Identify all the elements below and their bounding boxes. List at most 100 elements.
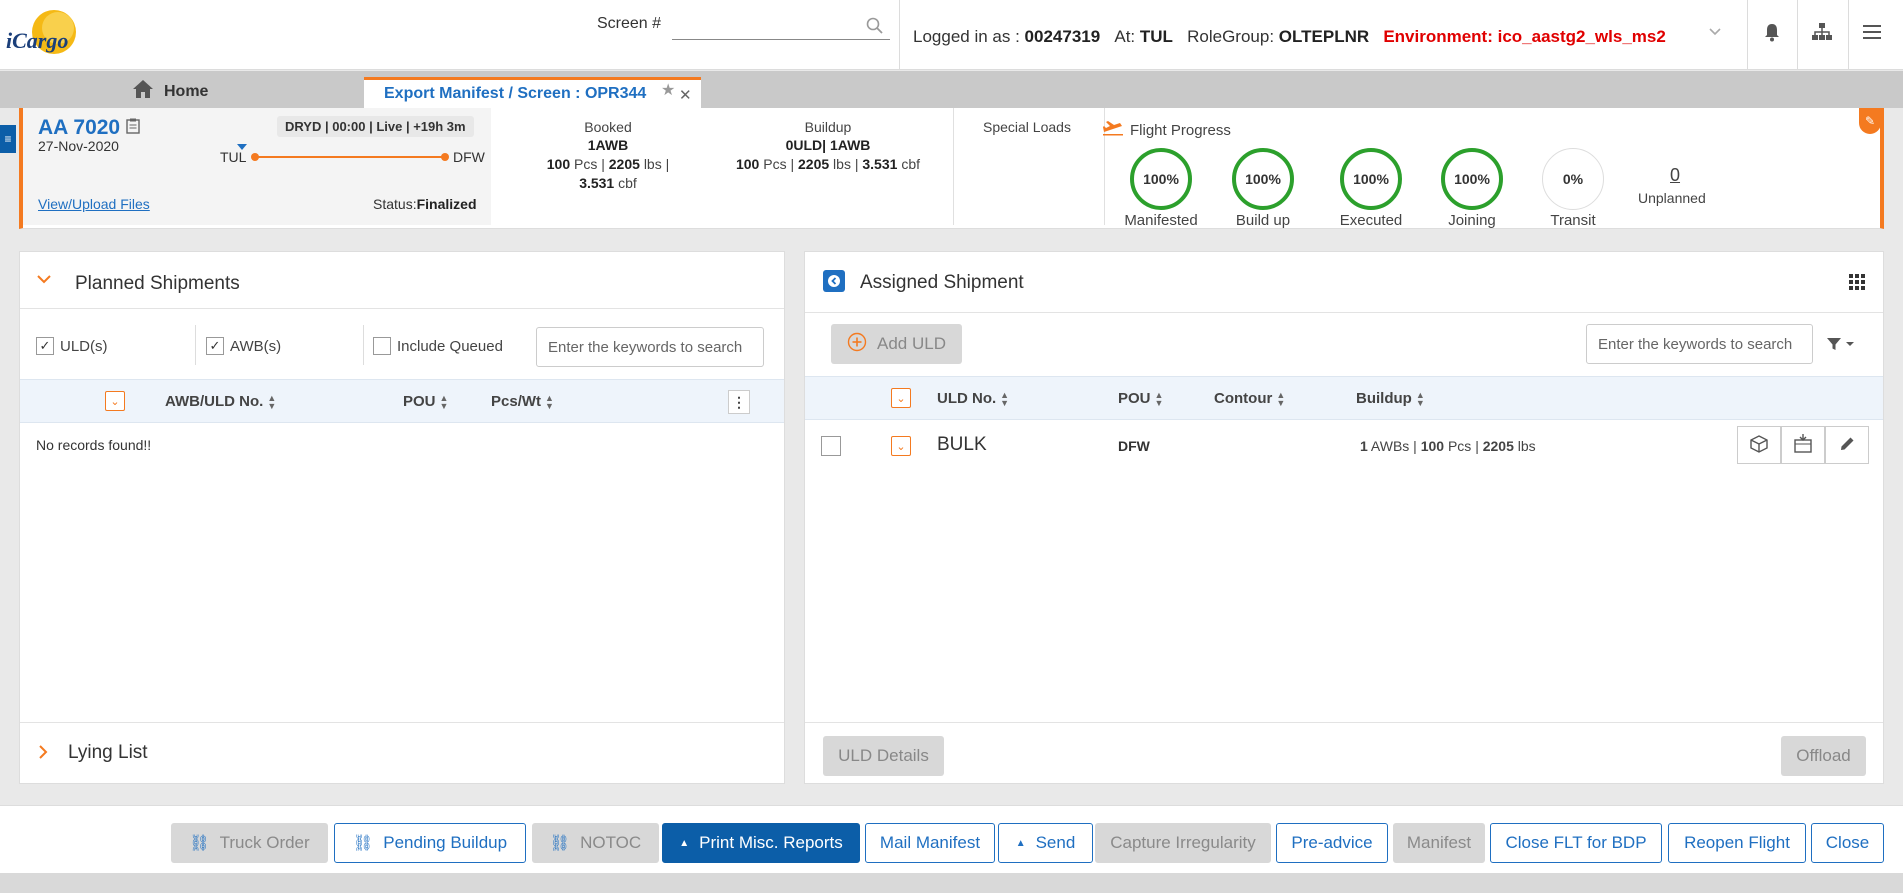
- reopen-flight-button[interactable]: Reopen Flight: [1668, 823, 1806, 863]
- link-icon: ⛓: [189, 835, 210, 852]
- flight-summary: AA 7020 27-Nov-2020 DRYD | 00:00 | Live …: [19, 108, 1884, 229]
- at-label: At:: [1114, 27, 1136, 46]
- planned-search-input[interactable]: Enter the keywords to search: [536, 327, 764, 367]
- row-checkbox[interactable]: [821, 436, 841, 456]
- column-pou[interactable]: POU ▲ ▼: [1118, 390, 1163, 407]
- truck-order-button[interactable]: ⛓ Truck Order: [171, 823, 328, 863]
- buildup-uld-awb[interactable]: 0ULD| 1AWB: [786, 137, 871, 153]
- link-icon: ⛓: [549, 835, 571, 852]
- offload-button[interactable]: Offload: [1781, 736, 1866, 776]
- login-info: Logged in as : 00247319 At: TUL RoleGrou…: [913, 27, 1666, 47]
- clipboard-icon[interactable]: [126, 118, 140, 138]
- planned-table-header: ⌄ AWB/ULD No. ▲ ▼ POU ▲ ▼ Pcs/Wt ▲ ▼ ⋮: [20, 379, 784, 423]
- mail-manifest-button[interactable]: Mail Manifest: [865, 823, 995, 863]
- destination-dot: [441, 153, 449, 161]
- divider: [805, 722, 1883, 723]
- progress-manifested: 100% Manifested: [1111, 148, 1211, 229]
- column-uld-no[interactable]: ULD No. ▲ ▼: [937, 390, 1009, 407]
- send-button[interactable]: ▲ Send: [998, 823, 1093, 863]
- checkbox-unchecked[interactable]: [373, 337, 391, 355]
- search-icon[interactable]: [866, 17, 884, 38]
- close-flt-for-bdp-button[interactable]: Close FLT for BDP: [1490, 823, 1662, 863]
- notoc-button[interactable]: ⛓ NOTOC: [532, 823, 659, 863]
- link-icon: ⛓: [352, 835, 374, 852]
- select-all-dropdown[interactable]: ⌄: [891, 388, 911, 408]
- add-uld-button[interactable]: Add ULD: [831, 324, 962, 364]
- print-misc-reports-button[interactable]: ▲ Print Misc. Reports: [662, 823, 860, 863]
- logged-in-label: Logged in as :: [913, 27, 1020, 46]
- unplanned-count[interactable]: 0: [1670, 165, 1680, 186]
- screen-number-input[interactable]: [672, 14, 890, 40]
- menu-icon[interactable]: [1858, 18, 1886, 46]
- column-pcs-wt[interactable]: Pcs/Wt ▲ ▼: [491, 393, 554, 410]
- progress-executed: 100% Executed: [1321, 148, 1421, 229]
- progress-buildup: 100% Build up: [1213, 148, 1313, 229]
- filter-icon[interactable]: [1826, 336, 1855, 352]
- icargo-logo[interactable]: iCargo: [6, 4, 86, 64]
- filter-awbs[interactable]: ✓ AWB(s): [206, 337, 281, 355]
- flight-status: Status:Finalized: [373, 196, 477, 212]
- edit-row-button[interactable]: [1825, 426, 1869, 464]
- rolegroup-label: RoleGroup:: [1187, 27, 1275, 46]
- sort-icon: ▲ ▼: [267, 392, 277, 411]
- tab-bar: Home Export Manifest / Screen : OPR344: [0, 71, 1903, 108]
- sitemap-icon[interactable]: [1808, 18, 1836, 46]
- assigned-search-input[interactable]: Enter the keywords to search: [1586, 324, 1813, 364]
- checkbox-checked[interactable]: ✓: [36, 337, 54, 355]
- column-awb-uld-no[interactable]: AWB/ULD No. ▲ ▼: [165, 393, 276, 410]
- progress-label: Executed: [1339, 212, 1403, 229]
- progress-label: Transit: [1550, 212, 1596, 229]
- grid-view-icon[interactable]: [1849, 274, 1865, 293]
- column-pou[interactable]: POU ▲ ▼: [403, 393, 448, 410]
- bell-icon[interactable]: [1758, 18, 1786, 46]
- lying-list-title[interactable]: Lying List: [68, 742, 148, 764]
- side-menu-toggle[interactable]: ≡: [0, 125, 16, 153]
- pending-buildup-button[interactable]: ⛓ Pending Buildup: [334, 823, 526, 863]
- progress-ring: 100%: [1441, 148, 1503, 210]
- view-upload-files-link[interactable]: View/Upload Files: [38, 196, 150, 212]
- edit-flight-button[interactable]: ✎: [1859, 108, 1881, 134]
- select-all-dropdown[interactable]: ⌄: [105, 391, 125, 411]
- bottom-strip: [0, 873, 1903, 893]
- chevron-down-icon[interactable]: [1708, 24, 1722, 40]
- star-icon[interactable]: ★: [661, 80, 675, 100]
- top-header: iCargo Screen # Logged in as : 00247319 …: [0, 0, 1903, 70]
- progress-transit: 0% Transit: [1523, 148, 1623, 229]
- sort-icon: ▲ ▼: [1276, 389, 1286, 408]
- package-button[interactable]: [1737, 426, 1781, 464]
- uld-number[interactable]: BULK: [937, 434, 987, 456]
- filter-ulds[interactable]: ✓ ULD(s): [36, 337, 108, 355]
- origin-airport: TUL: [220, 149, 247, 165]
- column-buildup[interactable]: Buildup ▲ ▼: [1356, 390, 1425, 407]
- tab-home[interactable]: Home: [132, 79, 208, 104]
- chevron-down-icon[interactable]: [36, 272, 52, 288]
- caret-up-icon: ▲: [1015, 837, 1026, 849]
- pre-advice-button[interactable]: Pre-advice: [1276, 823, 1388, 863]
- home-icon: [132, 79, 154, 104]
- close-button[interactable]: Close: [1811, 823, 1884, 863]
- tab-export-manifest[interactable]: Export Manifest / Screen : OPR344: [364, 77, 701, 108]
- progress-ring: 100%: [1340, 148, 1402, 210]
- planned-shipments-title: Planned Shipments: [75, 273, 240, 294]
- chevron-right-icon[interactable]: [38, 744, 48, 763]
- load-uld-button[interactable]: [1781, 426, 1825, 464]
- flight-number: AA 7020: [38, 116, 140, 140]
- divider: [363, 325, 364, 365]
- more-options-icon[interactable]: ⋮: [728, 390, 750, 414]
- row-expand-dropdown[interactable]: ⌄: [891, 436, 911, 456]
- uld-details-button[interactable]: ULD Details: [823, 736, 944, 776]
- sort-icon: ▲ ▼: [1000, 389, 1010, 408]
- filter-include-queued[interactable]: Include Queued: [373, 337, 503, 355]
- divider: [20, 308, 784, 309]
- column-contour[interactable]: Contour ▲ ▼: [1214, 390, 1285, 407]
- station: TUL: [1139, 27, 1173, 46]
- manifest-button[interactable]: Manifest: [1393, 823, 1485, 863]
- assigned-table-header: ⌄ ULD No. ▲ ▼ POU ▲ ▼ Contour ▲ ▼ Buildup ▲ ▼: [805, 376, 1883, 420]
- box-icon: [1749, 434, 1769, 457]
- checkbox-checked[interactable]: ✓: [206, 337, 224, 355]
- booked-summary: Booked 1AWB 100 Pcs | 2205 lbs | 3.531 c…: [513, 119, 703, 191]
- close-icon[interactable]: ✕: [679, 86, 692, 104]
- collapse-left-icon[interactable]: [823, 270, 845, 292]
- table-row[interactable]: ⌄ BULK DFW 1 AWBs | 100 Pcs | 2205 lbs: [805, 420, 1883, 470]
- capture-irregularity-button[interactable]: Capture Irregularity: [1095, 823, 1271, 863]
